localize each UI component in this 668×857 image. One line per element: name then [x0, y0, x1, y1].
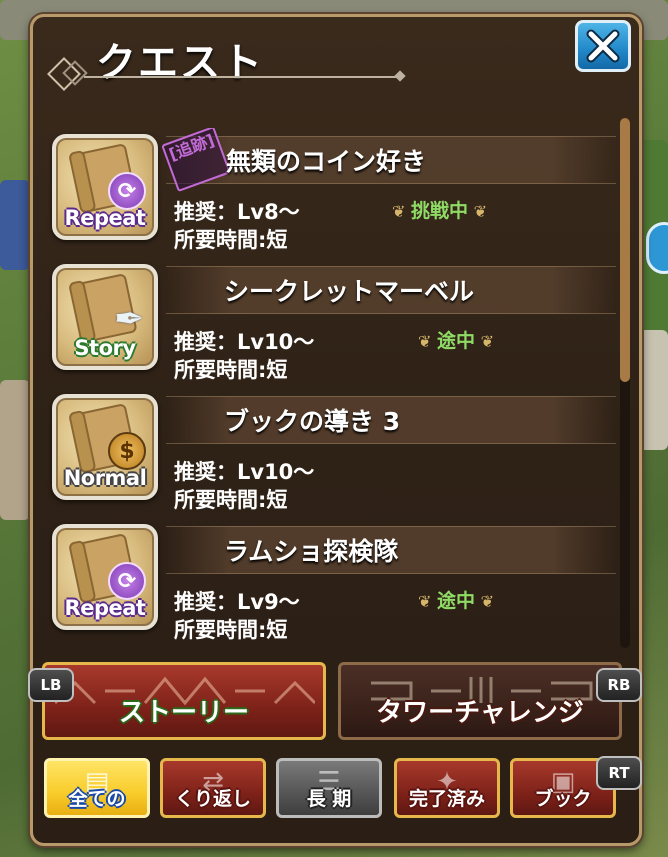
ornament-icon: ❦ [468, 202, 487, 221]
quest-name: 無類のコイン好き [226, 147, 427, 176]
quest-recommended-level: 推奨：Lv9～ [174, 590, 300, 614]
story-category-button[interactable]: ストーリー [42, 662, 326, 740]
quest-required-time: 所要時間:短 [174, 358, 288, 382]
close-button[interactable] [575, 20, 631, 72]
filter-long-term-button[interactable]: ☰ 長 期 [276, 758, 382, 818]
filter-buttons: ▤ 全ての ⇄ くり返し ☰ 長 期 ✦ 完了済み ▣ ブック [40, 752, 630, 826]
filter-long-term-label: 長 期 [306, 788, 352, 810]
map-side-arrow-icon[interactable] [646, 222, 668, 274]
ornament-icon: ❦ [418, 332, 437, 351]
rt-shoulder-badge: RT [596, 756, 642, 790]
quest-recommended-level: 推奨：Lv8～ [174, 200, 300, 224]
page-title: クエスト [96, 40, 264, 86]
filter-completed-label: 完了済み [408, 788, 485, 810]
quest-recommended-level: 推奨：Lv10～ [174, 460, 315, 484]
quest-type-label: Repeat [64, 206, 146, 230]
filter-repeat-label: くり返し [174, 788, 251, 810]
ornament-icon: ❦ [418, 592, 437, 611]
quest-type-icon: ⟳ Repeat [52, 524, 158, 630]
background-house [0, 180, 30, 270]
quest-status: ❦ 途中 ❦ [418, 586, 494, 613]
repeat-icon: ⟳ [108, 562, 146, 600]
lb-shoulder-badge: LB [28, 668, 74, 702]
category-buttons: ストーリー タワーチャレンジ [36, 660, 628, 744]
quest-list[interactable]: ⟳ Repeat [追跡] 無類のコイン好き 推奨：Lv8～ 所要時間:短 ❦ … [46, 128, 616, 648]
quest-item[interactable]: ⟳ Repeat ラムショ探検隊 推奨：Lv9～ 所要時間:短 ❦ 途中 ❦ [46, 518, 616, 646]
tower-challenge-label: タワーチャレンジ [376, 698, 584, 728]
repeat-icon: ⟳ [108, 172, 146, 210]
quest-type-label: Story [74, 336, 136, 360]
title-underline-dot [394, 70, 406, 82]
background-house [0, 380, 30, 520]
quest-item[interactable]: $ Normal ブックの導き 3 推奨：Lv10～ 所要時間:短 [46, 388, 616, 516]
quest-required-time: 所要時間:短 [174, 228, 288, 252]
tower-challenge-button[interactable]: タワーチャレンジ [338, 662, 622, 740]
ornament-icon: ❦ [475, 592, 494, 611]
quest-type-icon: $ Normal [52, 394, 158, 500]
filter-completed-button[interactable]: ✦ 完了済み [394, 758, 500, 818]
story-category-label: ストーリー [118, 698, 249, 728]
ornament-icon: ❦ [475, 332, 494, 351]
quest-type-label: Normal [63, 466, 147, 490]
quest-item[interactable]: ✒ Story シークレットマーベル 推奨：Lv10～ 所要時間:短 ❦ 途中 … [46, 258, 616, 386]
close-icon [586, 29, 620, 63]
money-bag-icon: $ [108, 432, 146, 470]
quest-type-icon: ⟳ Repeat [52, 134, 158, 240]
quest-list-scrollbar[interactable] [620, 118, 630, 648]
quest-status-label: 途中 [436, 590, 475, 612]
quest-type-icon: ✒ Story [52, 264, 158, 370]
quest-required-time: 所要時間:短 [174, 488, 288, 512]
title-area: クエスト [44, 30, 406, 91]
filter-book-label: ブック [534, 788, 592, 810]
feather-icon: ✒ [113, 298, 145, 340]
scrollbar-thumb[interactable] [620, 118, 630, 382]
filter-all-button[interactable]: ▤ 全ての [44, 758, 150, 818]
quest-name: ブックの導き 3 [224, 407, 401, 436]
quest-status-label: 挑戦中 [410, 200, 468, 222]
quest-type-label: Repeat [64, 596, 146, 620]
filter-all-label: 全ての [68, 788, 126, 810]
quest-status-label: 途中 [436, 330, 475, 352]
quest-required-time: 所要時間:短 [174, 618, 288, 642]
quest-name: シークレットマーベル [224, 277, 475, 306]
quest-status: ❦ 挑戦中 ❦ [392, 196, 487, 223]
quest-status: ❦ 途中 ❦ [418, 326, 494, 353]
rb-shoulder-badge: RB [596, 668, 642, 702]
quest-recommended-level: 推奨：Lv10～ [174, 330, 315, 354]
quest-item[interactable]: ⟳ Repeat [追跡] 無類のコイン好き 推奨：Lv8～ 所要時間:短 ❦ … [46, 128, 616, 256]
title-underline [84, 76, 400, 78]
quest-name: ラムショ探検隊 [224, 537, 399, 566]
filter-repeat-button[interactable]: ⇄ くり返し [160, 758, 266, 818]
ornament-icon: ❦ [392, 202, 411, 221]
